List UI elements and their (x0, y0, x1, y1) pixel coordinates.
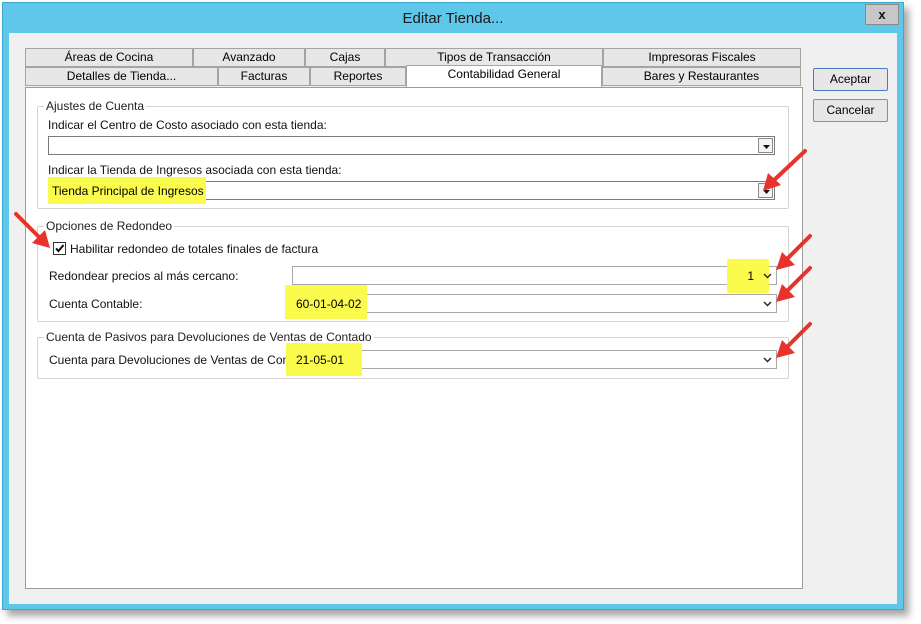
rounding-checkbox-label: Habilitar redondeo de totales finales de… (70, 242, 319, 256)
title-bar[interactable]: Editar Tienda... x (3, 3, 903, 33)
annotation-arrow-icon (776, 322, 812, 358)
accept-button[interactable]: Aceptar (813, 68, 888, 91)
tab-areas-de-cocina[interactable]: Áreas de Cocina (25, 48, 193, 67)
nearest-label: Redondear precios al más cercano: (49, 269, 239, 283)
tab-impresoras-fiscales[interactable]: Impresoras Fiscales (603, 48, 801, 67)
tab-facturas[interactable]: Facturas (218, 67, 310, 86)
account-combobox[interactable]: 60-01-04-02 (285, 285, 777, 319)
close-button[interactable]: x (865, 4, 899, 25)
tab-contabilidad-general[interactable]: Contabilidad General (406, 65, 602, 87)
group-ajustes-de-cuenta: Ajustes de Cuenta Indicar el Centro de C… (37, 99, 789, 209)
tab-bares-y-restaurantes[interactable]: Bares y Restaurantes (602, 67, 801, 86)
account-label: Cuenta Contable: (49, 297, 143, 311)
income-store-value: Tienda Principal de Ingresos (52, 184, 204, 198)
cost-center-combobox[interactable] (48, 136, 775, 155)
account-value: 60-01-04-02 (296, 297, 362, 311)
annotation-arrow-icon (14, 212, 50, 248)
annotation-arrow-icon (776, 266, 812, 302)
annotation-arrow-icon (763, 149, 807, 191)
tab-detalles-de-tienda[interactable]: Detalles de Tienda... (25, 67, 218, 86)
group-legend: Ajustes de Cuenta (44, 99, 147, 113)
group-opciones-de-redondeo: Opciones de Redondeo Habilitar redondeo … (37, 219, 789, 322)
returns-account-value: 21-05-01 (296, 353, 345, 367)
dialog-window: Editar Tienda... x Áreas de Cocina Avanz… (2, 2, 904, 610)
returns-account-combobox[interactable]: 21-05-01 (286, 343, 777, 376)
window-title: Editar Tienda... (402, 10, 504, 27)
income-store-combobox[interactable]: Tienda Principal de Ingresos (48, 177, 775, 204)
group-legend: Cuenta de Pasivos para Devoluciones de V… (44, 330, 374, 344)
group-cuenta-de-pasivos: Cuenta de Pasivos para Devoluciones de V… (37, 330, 789, 379)
income-store-label: Indicar la Tienda de Ingresos asociada c… (48, 163, 342, 177)
nearest-combobox[interactable]: 1 (292, 259, 777, 293)
nearest-value: 1 (747, 269, 754, 283)
returns-account-label: Cuenta para Devoluciones de Ventas de Co… (49, 353, 316, 367)
tab-reportes[interactable]: Reportes (310, 67, 406, 86)
dialog-body: Áreas de Cocina Avanzado Cajas Tipos de … (9, 33, 897, 604)
tab-avanzado[interactable]: Avanzado (193, 48, 305, 67)
tab-panel-contabilidad: Ajustes de Cuenta Indicar el Centro de C… (25, 87, 803, 589)
cancel-button[interactable]: Cancelar (813, 99, 888, 122)
tab-cajas[interactable]: Cajas (305, 48, 385, 67)
cost-center-label: Indicar el Centro de Costo asociado con … (48, 118, 327, 132)
group-legend: Opciones de Redondeo (44, 219, 175, 233)
